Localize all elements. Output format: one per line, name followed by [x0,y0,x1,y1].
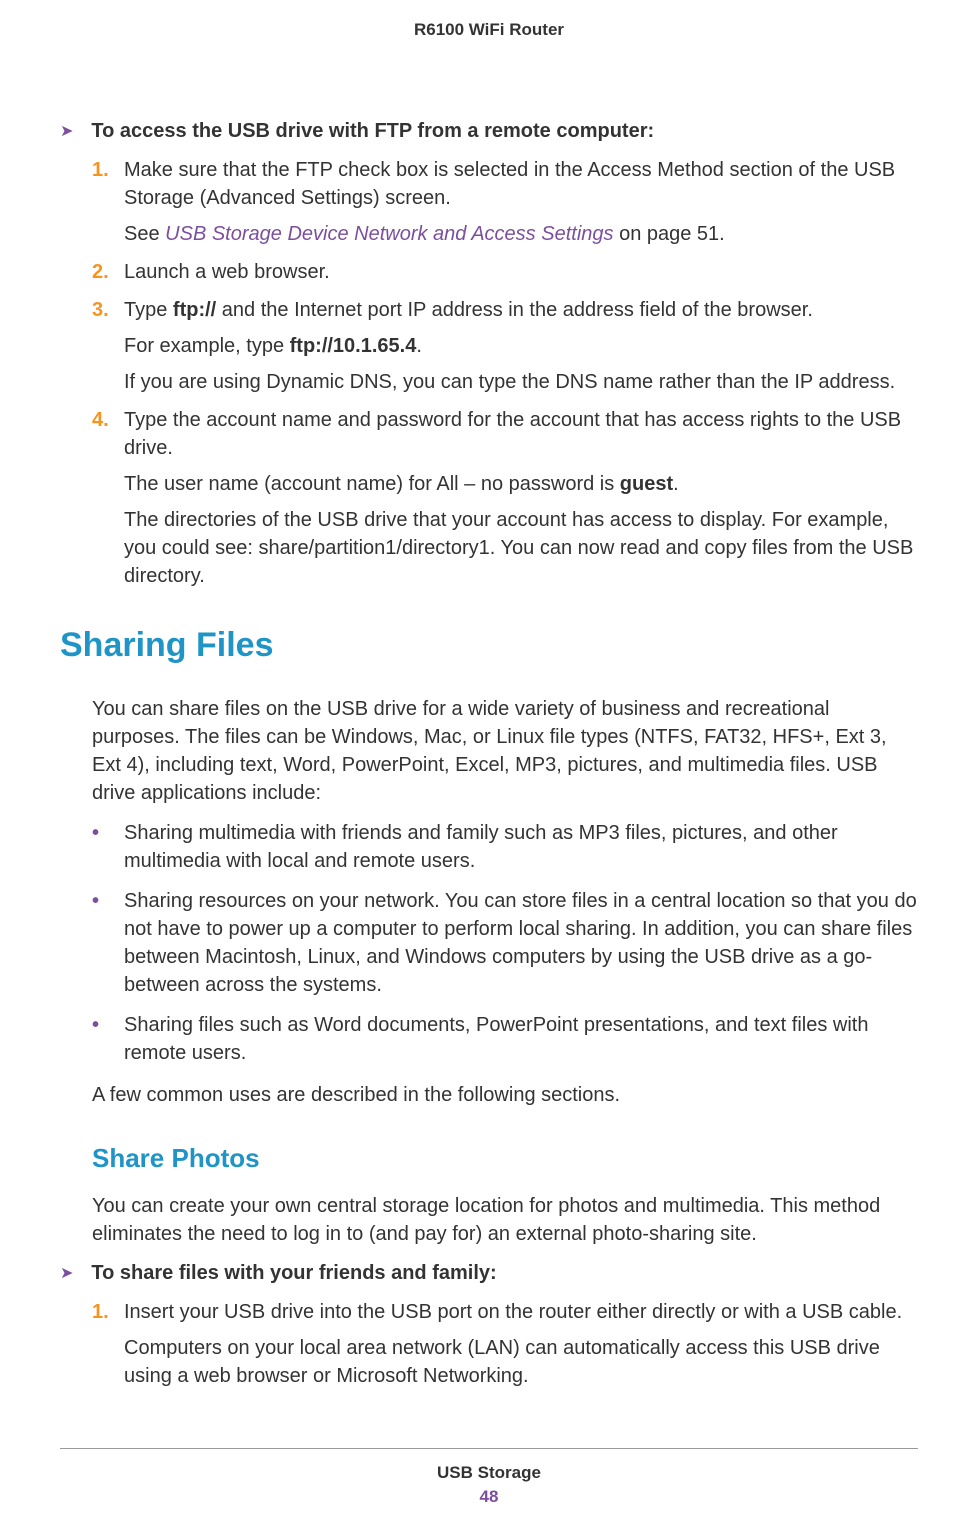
step-4: 4. Type the account name and password fo… [92,406,918,462]
step-3: 3. Type ftp:// and the Internet port IP … [92,296,918,324]
bullet-text: Sharing resources on your network. You c… [124,887,918,999]
arrow-right-icon: ➤ [60,120,73,144]
text-pre: The user name (account name) for All – n… [124,473,620,495]
proc2-step-1-note: Computers on your local area network (LA… [124,1334,918,1390]
bullet-text: Sharing multimedia with friends and fami… [124,819,918,875]
share-photos-intro: You can create your own central storage … [92,1192,918,1248]
footer-page-number: 48 [60,1487,918,1507]
text-prefix: See [124,223,165,245]
step-1-note: See USB Storage Device Network and Acces… [124,220,918,248]
text-suffix: on page 51. [614,223,725,245]
bullet-icon: • [92,887,124,915]
procedure-1-title: ➤ To access the USB drive with FTP from … [60,120,918,144]
heading-share-photos: Share Photos [92,1143,918,1174]
heading-sharing-files: Sharing Files [60,626,918,665]
bullet-icon: • [92,819,124,847]
step-number: 2. [92,258,124,286]
bold-text: ftp:// [173,299,216,321]
step-text: Insert your USB drive into the USB port … [124,1298,918,1326]
procedure-2-title: ➤ To share files with your friends and f… [60,1262,918,1286]
step-3-example: For example, type ftp://10.1.65.4. [124,332,918,360]
text-post: and the Internet port IP address in the … [216,299,813,321]
page-header: R6100 WiFi Router [60,20,918,40]
cross-reference-link[interactable]: USB Storage Device Network and Access Se… [165,223,613,245]
bold-text: ftp://10.1.65.4 [290,335,417,357]
step-number: 4. [92,406,124,434]
bullet-item: • Sharing files such as Word documents, … [92,1011,918,1067]
step-text: Make sure that the FTP check box is sele… [124,156,918,212]
procedure-1-title-text: To access the USB drive with FTP from a … [91,120,654,143]
step-number: 1. [92,1298,124,1326]
sharing-outro: A few common uses are described in the f… [92,1081,918,1109]
bold-text: guest [620,473,673,495]
bullet-item: • Sharing multimedia with friends and fa… [92,819,918,875]
text-pre: Type [124,299,173,321]
step-2: 2. Launch a web browser. [92,258,918,286]
text-post: . [673,473,679,495]
step-1: 1. Make sure that the FTP check box is s… [92,156,918,212]
step-4-directories: The directories of the USB drive that yo… [124,506,918,590]
footer-section-title: USB Storage [60,1463,918,1483]
step-4-username: The user name (account name) for All – n… [124,470,918,498]
bullet-icon: • [92,1011,124,1039]
step-3-dns-note: If you are using Dynamic DNS, you can ty… [124,368,918,396]
arrow-right-icon: ➤ [60,1262,73,1286]
step-text: Type ftp:// and the Internet port IP add… [124,296,918,324]
proc2-step-1: 1. Insert your USB drive into the USB po… [92,1298,918,1326]
text-post: . [416,335,422,357]
bullet-text: Sharing files such as Word documents, Po… [124,1011,918,1067]
step-number: 3. [92,296,124,324]
procedure-2-title-text: To share files with your friends and fam… [91,1262,496,1285]
text-pre: For example, type [124,335,290,357]
bullet-item: • Sharing resources on your network. You… [92,887,918,999]
sharing-intro: You can share files on the USB drive for… [92,695,918,807]
page-footer: USB Storage 48 [60,1448,918,1507]
step-text: Type the account name and password for t… [124,406,918,462]
step-number: 1. [92,156,124,184]
step-text: Launch a web browser. [124,258,918,286]
